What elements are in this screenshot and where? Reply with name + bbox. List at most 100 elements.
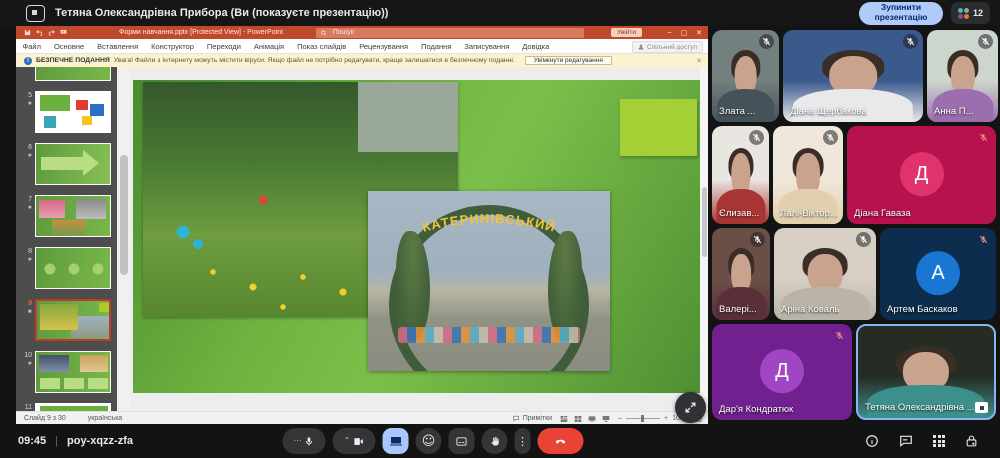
ribbon-tab-6[interactable]: Анімація xyxy=(247,42,290,51)
notes-icon xyxy=(512,415,520,422)
expand-icon xyxy=(684,401,697,414)
camera-button[interactable]: ⌃ xyxy=(333,428,376,454)
quick-access-toolbar[interactable] xyxy=(24,29,67,36)
participant-tile[interactable]: Валері... xyxy=(712,228,770,320)
reading-view-icon[interactable] xyxy=(588,415,596,423)
zoom-in-icon[interactable]: + xyxy=(664,415,668,422)
slide-number: 6✱ xyxy=(20,143,32,185)
participant-tile[interactable]: Єлизав... xyxy=(712,126,769,224)
present-screen-button[interactable] xyxy=(383,428,409,454)
slide-thumbnail-partial[interactable] xyxy=(20,67,111,81)
slide-sorter-icon[interactable] xyxy=(574,415,582,423)
shared-screen: Форми навчання.pptx [Protected View] - P… xyxy=(16,26,708,424)
participant-tile[interactable]: Злата ... xyxy=(712,30,779,122)
raise-hand-button[interactable] xyxy=(482,428,508,454)
slide-thumbnail-8[interactable]: 8✱ xyxy=(20,247,111,289)
sharing-screen-icon xyxy=(975,402,988,413)
captions-button[interactable] xyxy=(449,428,475,454)
ribbon-tab-4[interactable]: Конструктор xyxy=(145,42,201,51)
camera-icon xyxy=(352,436,364,447)
close-warning-icon[interactable]: ✕ xyxy=(696,57,702,65)
expand-presentation-button[interactable] xyxy=(675,392,706,423)
participant-tile[interactable]: ААртем Баскаков xyxy=(880,228,996,320)
slide-preview[interactable] xyxy=(35,195,111,237)
close-button[interactable]: ✕ xyxy=(696,29,702,37)
participant-tile[interactable]: Діана Щербакова xyxy=(783,30,923,122)
slide-preview[interactable] xyxy=(35,403,111,411)
mic-options-icon[interactable]: ⋯ xyxy=(294,437,302,445)
normal-view-icon[interactable] xyxy=(560,415,568,423)
slide-thumbnail-7[interactable]: 7✱ xyxy=(20,195,111,237)
chat-icon xyxy=(899,434,913,448)
language-indicator[interactable]: українська xyxy=(88,415,122,422)
slide-thumbnail-6[interactable]: 6✱ xyxy=(20,143,111,185)
ribbon-tab-10[interactable]: Записування xyxy=(458,42,516,51)
reactions-button[interactable]: ☺ xyxy=(416,428,442,454)
ribbon-tab-3[interactable]: Вставлення xyxy=(91,42,145,51)
participant-name: Валері... xyxy=(719,304,757,315)
stop-presentation-button[interactable]: Зупинити презентацію xyxy=(859,2,943,25)
save-icon xyxy=(24,29,31,36)
meeting-details-button[interactable] xyxy=(865,434,879,448)
search-box[interactable] xyxy=(316,28,584,38)
slide-preview[interactable] xyxy=(35,143,111,185)
participant-tile[interactable]: ДДіана Гаваза xyxy=(847,126,996,224)
ribbon-tab-8[interactable]: Рецензування xyxy=(353,42,415,51)
ribbon-tab-9[interactable]: Подання xyxy=(415,42,458,51)
redo-icon xyxy=(48,29,55,36)
hand-icon xyxy=(489,436,500,447)
ribbon-tab-5[interactable]: Переходи xyxy=(200,42,247,51)
activities-button[interactable] xyxy=(933,435,945,447)
slide-thumbnail-11[interactable]: 11✱ xyxy=(20,403,111,411)
participant-tile[interactable]: Аріна Коваль xyxy=(774,228,876,320)
participant-tile[interactable]: Тетяна Олександрівна ... xyxy=(856,324,996,420)
zoom-out-icon[interactable]: – xyxy=(618,415,622,422)
slide-preview[interactable] xyxy=(35,299,111,341)
children-group xyxy=(398,327,580,343)
zoom-slider[interactable] xyxy=(626,418,660,419)
slide-preview[interactable] xyxy=(35,247,111,289)
participant-tile[interactable]: ДДар'я Кондратюк xyxy=(712,324,852,420)
participant-tile[interactable]: Анна П... xyxy=(927,30,998,122)
chat-button[interactable] xyxy=(899,434,913,448)
notes-toggle[interactable]: Примітки xyxy=(512,415,552,422)
meeting-code: poy-xqzz-zfa xyxy=(67,435,133,447)
slideshow-icon xyxy=(60,29,67,36)
participant-tile[interactable]: Лалі-Віктор... xyxy=(773,126,843,224)
slide-number: 5✱ xyxy=(20,91,32,133)
call-controls: ⋯ ⌃ ☺ ⋮ xyxy=(283,428,584,454)
undo-icon xyxy=(36,29,43,36)
slide-thumbnail-9[interactable]: 9✱ xyxy=(20,299,111,341)
participants-count-chip[interactable]: 12 xyxy=(951,2,990,24)
ribbon-tab-2[interactable]: Основне xyxy=(47,42,90,51)
mic-off-icon xyxy=(823,130,838,145)
search-input[interactable] xyxy=(331,28,579,37)
participant-name: Дар'я Кондратюк xyxy=(719,404,793,415)
slide-scrollbar[interactable] xyxy=(700,67,708,411)
host-controls-button[interactable] xyxy=(965,434,978,448)
ribbon-tab-7[interactable]: Показ слайдів xyxy=(291,42,353,51)
slide-preview[interactable] xyxy=(35,91,111,133)
microphone-button[interactable]: ⋯ xyxy=(283,428,326,454)
slide-thumbnail-5[interactable]: 5✱ xyxy=(20,91,111,133)
maximize-button[interactable]: ▢ xyxy=(681,29,688,37)
minimize-button[interactable]: – xyxy=(668,29,672,36)
mic-off-icon xyxy=(832,328,847,343)
slide-preview[interactable] xyxy=(35,67,111,81)
sign-in-button[interactable]: Увійти xyxy=(611,28,642,37)
mic-off-icon xyxy=(749,130,764,145)
thumbnail-scrollbar[interactable] xyxy=(117,67,130,411)
slide-thumbnail-10[interactable]: 10✱ xyxy=(20,351,111,393)
end-call-icon xyxy=(554,435,568,447)
share-document-button[interactable]: Спільний доступ xyxy=(632,41,703,53)
camera-options-icon[interactable]: ⌃ xyxy=(344,437,351,445)
ribbon-tab-1[interactable]: Файл xyxy=(16,42,47,51)
mic-off-icon xyxy=(750,232,765,247)
enable-editing-button[interactable]: Увімкнути редагування xyxy=(525,56,612,66)
ribbon-tab-11[interactable]: Довідка xyxy=(516,42,556,51)
slideshow-view-icon[interactable] xyxy=(602,415,610,423)
more-options-button[interactable]: ⋮ xyxy=(515,428,531,454)
participant-name: Діана Щербакова xyxy=(790,106,867,117)
end-call-button[interactable] xyxy=(538,428,584,454)
slide-preview[interactable] xyxy=(35,351,111,393)
